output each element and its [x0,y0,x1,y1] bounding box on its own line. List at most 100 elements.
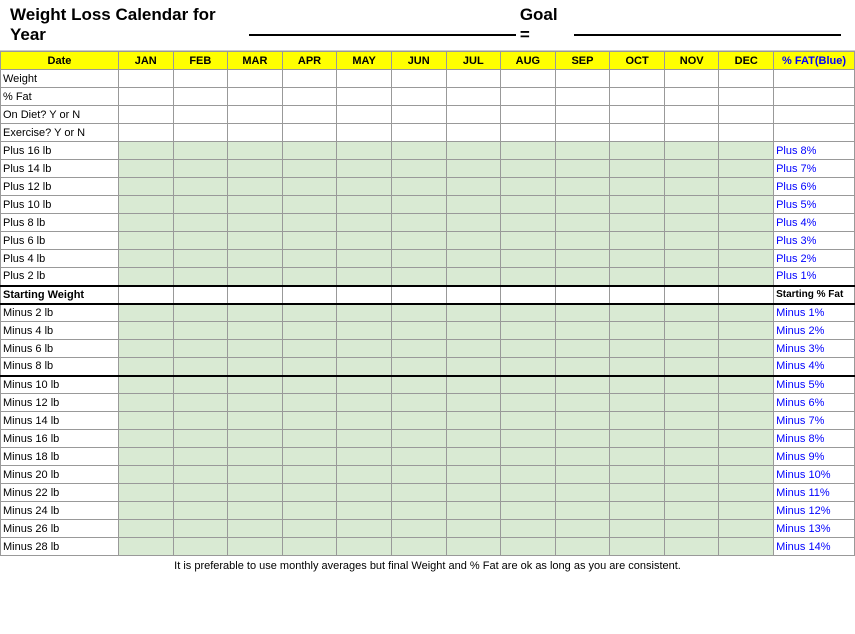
data-cell[interactable] [719,160,774,178]
data-cell[interactable] [228,412,283,430]
data-cell[interactable] [282,340,337,358]
data-cell[interactable] [501,520,556,538]
data-cell[interactable] [173,484,228,502]
data-cell[interactable] [282,250,337,268]
data-cell[interactable] [282,142,337,160]
data-cell[interactable] [391,466,446,484]
data-cell[interactable] [391,538,446,556]
data-cell[interactable] [555,232,610,250]
data-cell[interactable] [719,286,774,304]
data-cell[interactable] [555,466,610,484]
data-cell[interactable] [664,178,719,196]
data-cell[interactable] [337,358,392,376]
data-cell[interactable] [555,142,610,160]
data-cell[interactable] [337,502,392,520]
data-cell[interactable] [173,538,228,556]
data-cell[interactable] [118,304,173,322]
data-cell[interactable] [501,268,556,286]
data-cell[interactable] [664,322,719,340]
data-cell[interactable] [664,286,719,304]
data-cell[interactable] [664,70,719,88]
data-cell[interactable] [282,520,337,538]
data-cell[interactable] [446,286,501,304]
data-cell[interactable] [228,304,283,322]
data-cell[interactable] [719,304,774,322]
data-cell[interactable] [555,106,610,124]
data-cell[interactable] [664,394,719,412]
data-cell[interactable] [228,394,283,412]
data-cell[interactable] [719,448,774,466]
data-cell[interactable] [337,448,392,466]
data-cell[interactable] [610,394,665,412]
data-cell[interactable] [337,412,392,430]
data-cell[interactable] [118,232,173,250]
data-cell[interactable] [664,448,719,466]
data-cell[interactable] [501,430,556,448]
data-cell[interactable] [391,196,446,214]
data-cell[interactable] [118,412,173,430]
data-cell[interactable] [555,376,610,394]
data-cell[interactable] [555,268,610,286]
data-cell[interactable] [118,268,173,286]
data-cell[interactable] [118,358,173,376]
data-cell[interactable] [664,142,719,160]
data-cell[interactable] [664,106,719,124]
data-cell[interactable] [282,394,337,412]
data-cell[interactable] [282,214,337,232]
data-cell[interactable] [118,448,173,466]
data-cell[interactable] [501,70,556,88]
data-cell[interactable] [282,88,337,106]
data-cell[interactable] [501,142,556,160]
data-cell[interactable] [446,484,501,502]
data-cell[interactable] [555,520,610,538]
data-cell[interactable] [610,322,665,340]
data-cell[interactable] [282,70,337,88]
data-cell[interactable] [446,358,501,376]
data-cell[interactable] [337,268,392,286]
data-cell[interactable] [282,106,337,124]
data-cell[interactable] [391,484,446,502]
data-cell[interactable] [719,124,774,142]
data-cell[interactable] [282,376,337,394]
data-cell[interactable] [228,88,283,106]
data-cell[interactable] [446,250,501,268]
data-cell[interactable] [282,304,337,322]
data-cell[interactable] [446,376,501,394]
data-cell[interactable] [610,538,665,556]
data-cell[interactable] [282,484,337,502]
data-cell[interactable] [118,430,173,448]
data-cell[interactable] [719,520,774,538]
data-cell[interactable] [391,250,446,268]
data-cell[interactable] [282,430,337,448]
data-cell[interactable] [337,394,392,412]
data-cell[interactable] [173,250,228,268]
data-cell[interactable] [337,322,392,340]
data-cell[interactable] [555,340,610,358]
data-cell[interactable] [446,340,501,358]
data-cell[interactable] [118,196,173,214]
data-cell[interactable] [118,160,173,178]
data-cell[interactable] [228,214,283,232]
data-cell[interactable] [664,412,719,430]
data-cell[interactable] [173,394,228,412]
data-cell[interactable] [446,394,501,412]
data-cell[interactable] [337,250,392,268]
data-cell[interactable] [719,358,774,376]
data-cell[interactable] [610,160,665,178]
data-cell[interactable] [610,232,665,250]
data-cell[interactable] [719,484,774,502]
data-cell[interactable] [719,70,774,88]
data-cell[interactable] [337,466,392,484]
data-cell[interactable] [118,376,173,394]
data-cell[interactable] [173,178,228,196]
data-cell[interactable] [282,124,337,142]
data-cell[interactable] [719,214,774,232]
data-cell[interactable] [664,214,719,232]
data-cell[interactable] [228,448,283,466]
data-cell[interactable] [173,358,228,376]
data-cell[interactable] [446,88,501,106]
data-cell[interactable] [173,88,228,106]
data-cell[interactable] [719,268,774,286]
data-cell[interactable] [664,520,719,538]
data-cell[interactable] [610,466,665,484]
